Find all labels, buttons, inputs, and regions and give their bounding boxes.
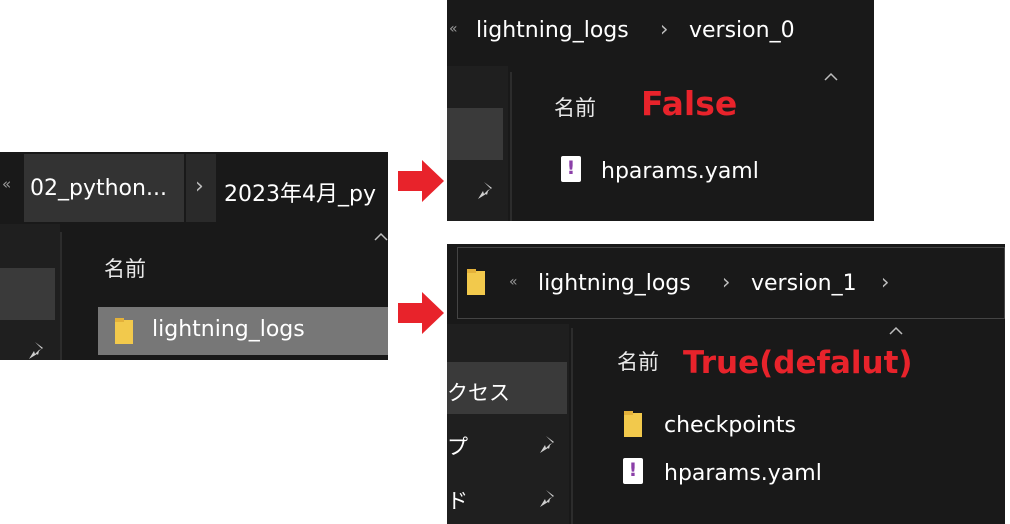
arrow-right-icon	[398, 160, 444, 202]
folder-icon	[624, 411, 642, 437]
list-item-label: hparams.yaml	[601, 159, 759, 184]
column-header-name[interactable]: 名前	[617, 346, 659, 376]
list-item[interactable]: ! hparams.yaml	[547, 148, 867, 196]
chevron-right-icon[interactable]: ›	[722, 270, 730, 294]
chevron-up-icon[interactable]	[824, 72, 838, 81]
list-item-label: checkpoints	[664, 413, 796, 438]
back-chevrons-icon[interactable]: «	[2, 175, 11, 193]
nav-item-selected[interactable]	[447, 108, 503, 160]
breadcrumb-item[interactable]: 02_python...	[30, 176, 167, 201]
pane-divider	[571, 328, 573, 524]
column-header-name[interactable]: 名前	[554, 92, 596, 122]
chevron-right-icon[interactable]: ›	[660, 17, 668, 41]
nav-item-label[interactable]: プ	[447, 431, 468, 461]
yaml-file-icon: !	[561, 156, 581, 182]
chevron-right-icon[interactable]: ›	[881, 270, 889, 294]
annotation-true: True(defalut)	[683, 345, 913, 381]
yaml-file-icon: !	[623, 458, 643, 484]
folder-icon	[115, 318, 133, 344]
breadcrumb-item[interactable]: lightning_logs	[476, 18, 629, 43]
nav-item-label[interactable]: クセス	[447, 377, 510, 407]
breadcrumb-item[interactable]: version_0	[689, 18, 795, 43]
pin-icon[interactable]	[537, 486, 561, 510]
folder-icon	[467, 269, 485, 295]
pin-icon[interactable]	[537, 432, 561, 456]
pin-icon[interactable]	[26, 338, 50, 360]
chevron-right-icon[interactable]: ›	[195, 174, 204, 199]
list-item[interactable]: lightning_logs	[98, 307, 388, 355]
pane-divider	[60, 232, 62, 360]
nav-item-label[interactable]: ド	[447, 485, 468, 515]
nav-item-selected[interactable]	[0, 268, 55, 320]
true-explorer-panel: « lightning_logs › version_1 › クセス プ ド 名…	[447, 244, 1005, 524]
list-item[interactable]: ! hparams.yaml	[609, 450, 989, 498]
annotation-false: False	[641, 84, 738, 123]
breadcrumb-item[interactable]: lightning_logs	[538, 271, 691, 296]
list-item-label: lightning_logs	[152, 317, 305, 342]
pane-divider	[510, 72, 512, 221]
pin-icon[interactable]	[475, 178, 499, 202]
list-item[interactable]: checkpoints	[609, 402, 989, 450]
false-explorer-panel: « lightning_logs › version_0 名前 False ! …	[447, 0, 874, 221]
left-explorer-panel: « 02_python... › 2023年4月_py 名前 lightning…	[0, 152, 388, 360]
column-header-name[interactable]: 名前	[104, 253, 146, 283]
chevron-up-icon[interactable]	[374, 232, 388, 241]
arrow-right-icon	[398, 292, 444, 334]
breadcrumb-item[interactable]: version_1	[751, 271, 857, 296]
back-chevrons-icon[interactable]: «	[509, 274, 518, 290]
chevron-up-icon[interactable]	[889, 326, 903, 335]
breadcrumb-item[interactable]: 2023年4月_py	[224, 176, 376, 208]
list-item-label: hparams.yaml	[664, 461, 822, 486]
back-chevrons-icon[interactable]: «	[449, 21, 458, 37]
